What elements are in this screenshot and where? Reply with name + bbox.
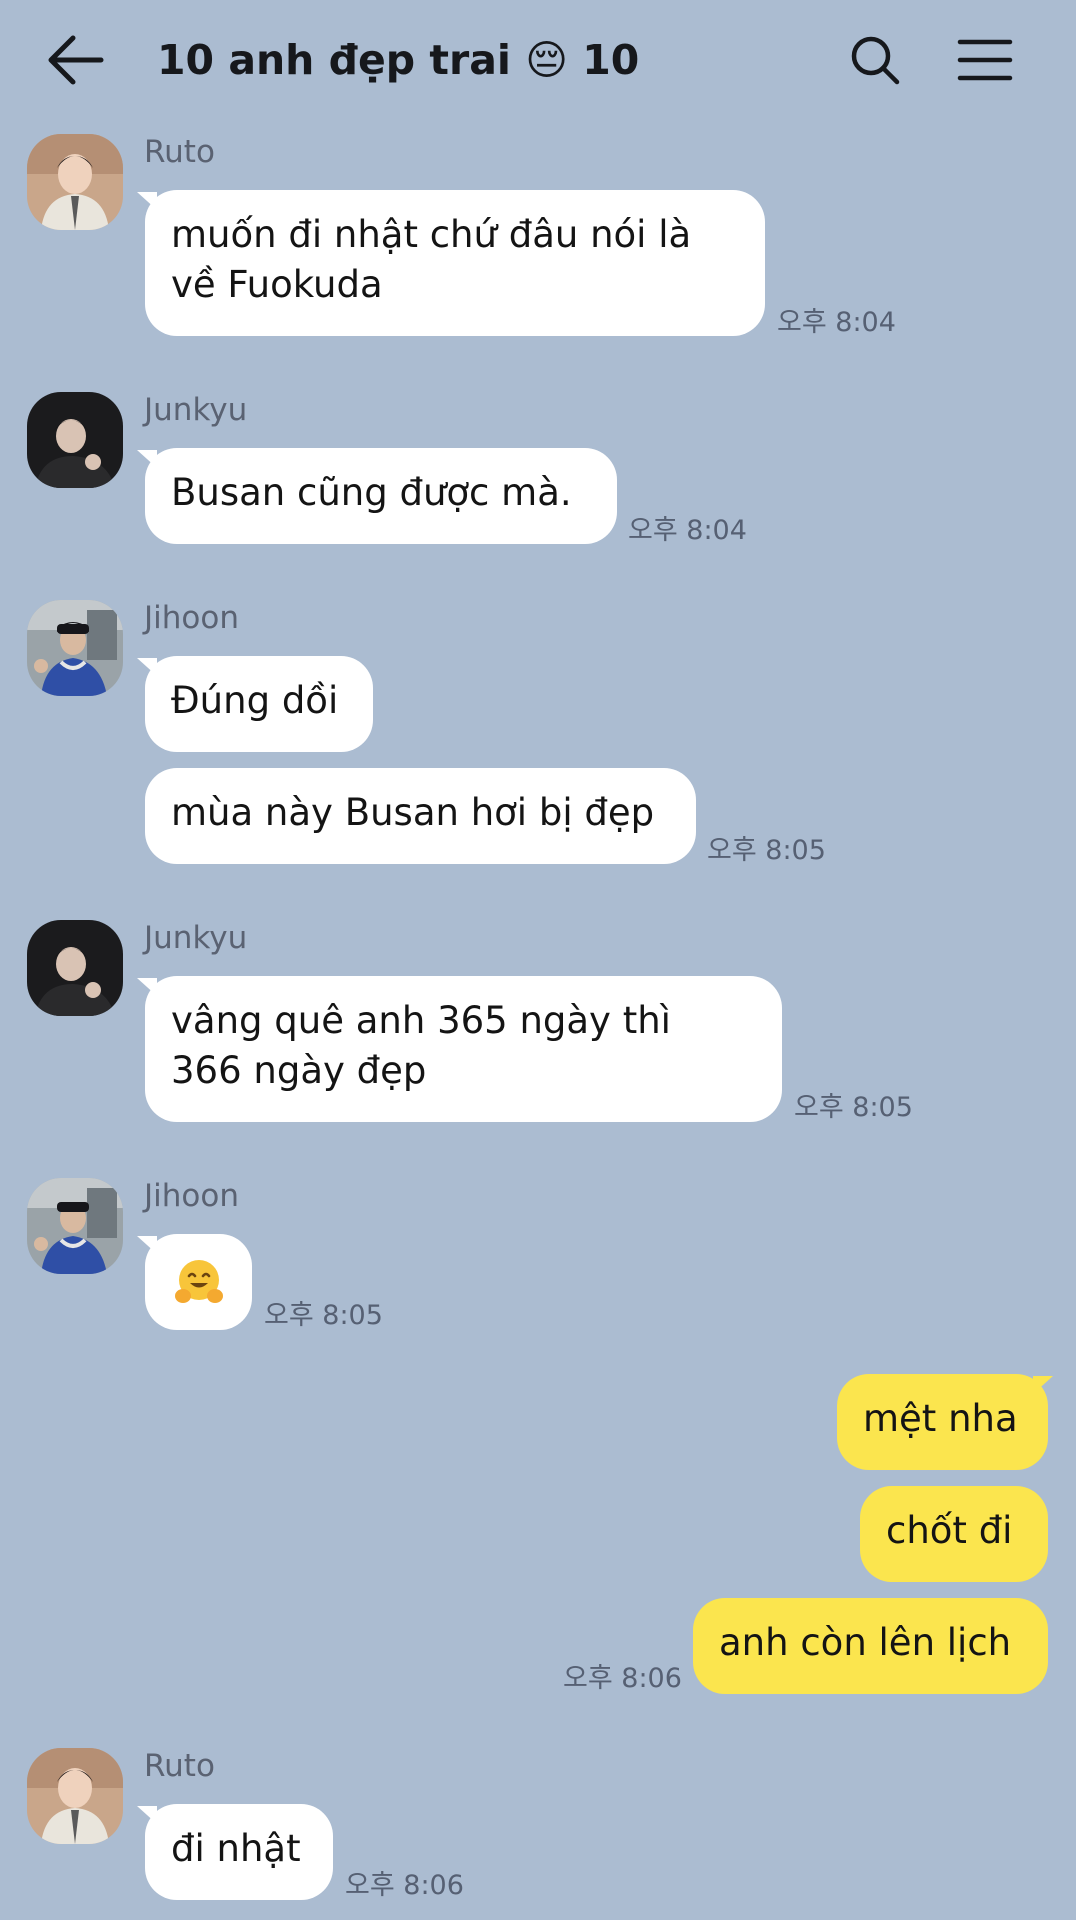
my-message-bubble[interactable]: anh còn lên lịch: [693, 1598, 1048, 1694]
sender-name: Junkyu: [144, 392, 248, 428]
avatar-junkyu[interactable]: [27, 920, 123, 1016]
message-bubble[interactable]: [145, 1234, 252, 1330]
avatar-jihoon[interactable]: [27, 600, 123, 696]
my-message-bubble[interactable]: mệt nha: [837, 1374, 1048, 1470]
avatar-junkyu[interactable]: [27, 392, 123, 488]
message-bubble[interactable]: Busan cũng được mà.: [145, 448, 617, 544]
message-bubble[interactable]: muốn đi nhật chứ đâu nói là về Fuokuda: [145, 190, 765, 336]
message-time: 오후 8:04: [628, 515, 747, 546]
message-time: 오후 8:06: [563, 1663, 682, 1694]
message-time: 오후 8:05: [707, 835, 826, 866]
search-button[interactable]: [840, 25, 910, 95]
sender-name: Jihoon: [144, 600, 239, 636]
avatar-jihoon[interactable]: [27, 1178, 123, 1274]
message-bubble[interactable]: vâng quê anh 365 ngày thì 366 ngày đẹp: [145, 976, 782, 1122]
avatar-ruto[interactable]: [27, 134, 123, 230]
sender-name: Ruto: [144, 134, 215, 170]
message-time: 오후 8:06: [345, 1870, 464, 1901]
message-bubble[interactable]: đi nhật: [145, 1804, 333, 1900]
message-bubble[interactable]: mùa này Busan hơi bị đẹp: [145, 768, 696, 864]
message-time: 오후 8:05: [264, 1300, 383, 1331]
my-message-bubble[interactable]: chốt đi: [860, 1486, 1048, 1582]
sender-name: Ruto: [144, 1748, 215, 1784]
back-button[interactable]: [40, 25, 110, 95]
arrow-left-icon: [48, 35, 104, 85]
menu-button[interactable]: [950, 25, 1020, 95]
search-icon: [851, 36, 900, 85]
message-bubble[interactable]: Đúng dồi: [145, 656, 373, 752]
hamburger-menu-icon: [957, 39, 1013, 81]
message-time: 오후 8:05: [794, 1092, 913, 1123]
avatar-ruto[interactable]: [27, 1748, 123, 1844]
sender-name: Junkyu: [144, 920, 248, 956]
sender-name: Jihoon: [144, 1178, 239, 1214]
chat-title: 10 anh đẹp trai 😔 10: [157, 36, 640, 84]
hugging-face-emoji-icon: [174, 1260, 223, 1303]
message-time: 오후 8:04: [777, 307, 896, 338]
